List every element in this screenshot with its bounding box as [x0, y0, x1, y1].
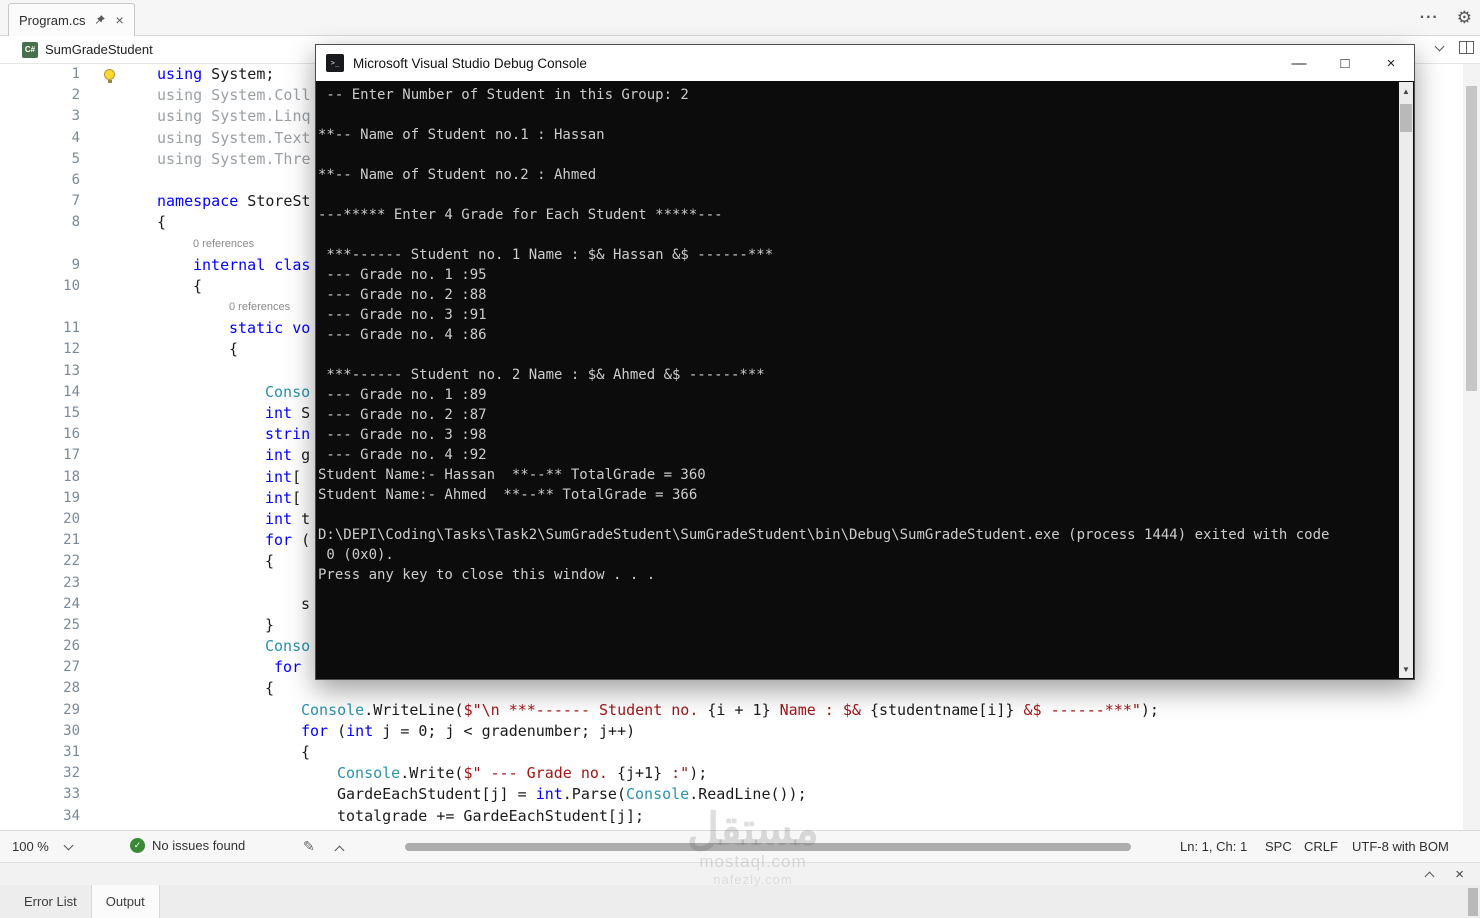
encoding[interactable]: UTF-8 with BOM — [1352, 839, 1449, 854]
code-line: 28{ — [0, 678, 1480, 699]
more-options-icon[interactable]: ··· — [1420, 9, 1439, 27]
bottom-panel-tabs: Error List Output — [0, 885, 1480, 918]
panel-close-icon[interactable]: × — [1455, 867, 1464, 882]
console-title-bar[interactable]: >_ Microsoft Visual Studio Debug Console… — [316, 45, 1414, 81]
code-line: 29Console.WriteLine($"\n ***------ Stude… — [0, 700, 1480, 721]
bottom-panel-header: × — [0, 862, 1480, 885]
chevron-down-icon[interactable] — [1435, 41, 1445, 51]
panel-scrollbar-thumb[interactable] — [1468, 888, 1478, 916]
editor-scrollbar-thumb[interactable] — [1466, 86, 1477, 391]
breadcrumb-project[interactable]: SumGradeStudent — [45, 42, 153, 57]
csharp-file-icon: C# — [22, 42, 38, 58]
console-text: -- Enter Number of Student in this Group… — [318, 85, 1396, 677]
tab-bar: Program.cs × ··· ⚙ — [0, 0, 1480, 36]
check-icon: ✓ — [130, 838, 145, 853]
code-line: 30for (int j = 0; j < gradenumber; j++) — [0, 721, 1480, 742]
tab-error-list[interactable]: Error List — [10, 885, 91, 918]
scroll-up-icon[interactable]: ▲ — [1399, 84, 1413, 98]
indentation-mode[interactable]: SPC — [1265, 839, 1292, 854]
horizontal-scrollbar[interactable] — [405, 843, 1131, 851]
issues-text: No issues found — [152, 838, 245, 853]
gear-icon[interactable]: ⚙ — [1457, 8, 1472, 28]
panel-collapse-icon[interactable] — [1425, 872, 1435, 882]
debug-console-window: >_ Microsoft Visual Studio Debug Console… — [315, 44, 1415, 680]
cursor-position[interactable]: Ln: 1, Ch: 1 — [1180, 839, 1247, 854]
console-scrollbar-thumb[interactable] — [1400, 104, 1412, 132]
console-title: Microsoft Visual Studio Debug Console — [353, 56, 587, 71]
tab-title: Program.cs — [19, 13, 85, 28]
close-button[interactable]: × — [1368, 45, 1414, 81]
expand-panel-icon[interactable] — [335, 846, 345, 856]
console-scrollbar[interactable]: ▲ ▼ — [1399, 82, 1413, 678]
line-ending[interactable]: CRLF — [1304, 839, 1338, 854]
maximize-button[interactable]: □ — [1322, 45, 1368, 81]
editor-vertical-scrollbar[interactable] — [1463, 64, 1480, 830]
code-line: 33GardeEachStudent[j] = int.Parse(Consol… — [0, 784, 1480, 805]
cleanup-icon[interactable]: ✎ — [303, 838, 315, 855]
split-editor-icon[interactable] — [1459, 41, 1474, 54]
code-line: 31{ — [0, 742, 1480, 763]
tab-output[interactable]: Output — [91, 885, 160, 918]
code-line: 34totalgrade += GardeEachStudent[j]; — [0, 806, 1480, 827]
scroll-down-icon[interactable]: ▼ — [1399, 662, 1413, 676]
status-bar: 100 % ✓ No issues found ✎ Ln: 1, Ch: 1 S… — [0, 830, 1480, 862]
lightbulb-icon[interactable] — [104, 69, 115, 80]
tab-close-icon[interactable]: × — [115, 13, 123, 27]
pin-icon[interactable] — [94, 14, 106, 26]
zoom-chevron-icon[interactable] — [63, 840, 73, 850]
zoom-level: 100 % — [12, 839, 49, 854]
minimize-button[interactable]: — — [1276, 45, 1322, 81]
console-icon: >_ — [326, 54, 344, 72]
zoom-control[interactable]: 100 % — [12, 839, 72, 854]
code-line: 32Console.Write($" --- Grade no. {j+1} :… — [0, 763, 1480, 784]
tab-program-cs[interactable]: Program.cs × — [8, 3, 135, 36]
issues-indicator[interactable]: ✓ No issues found — [130, 838, 245, 853]
